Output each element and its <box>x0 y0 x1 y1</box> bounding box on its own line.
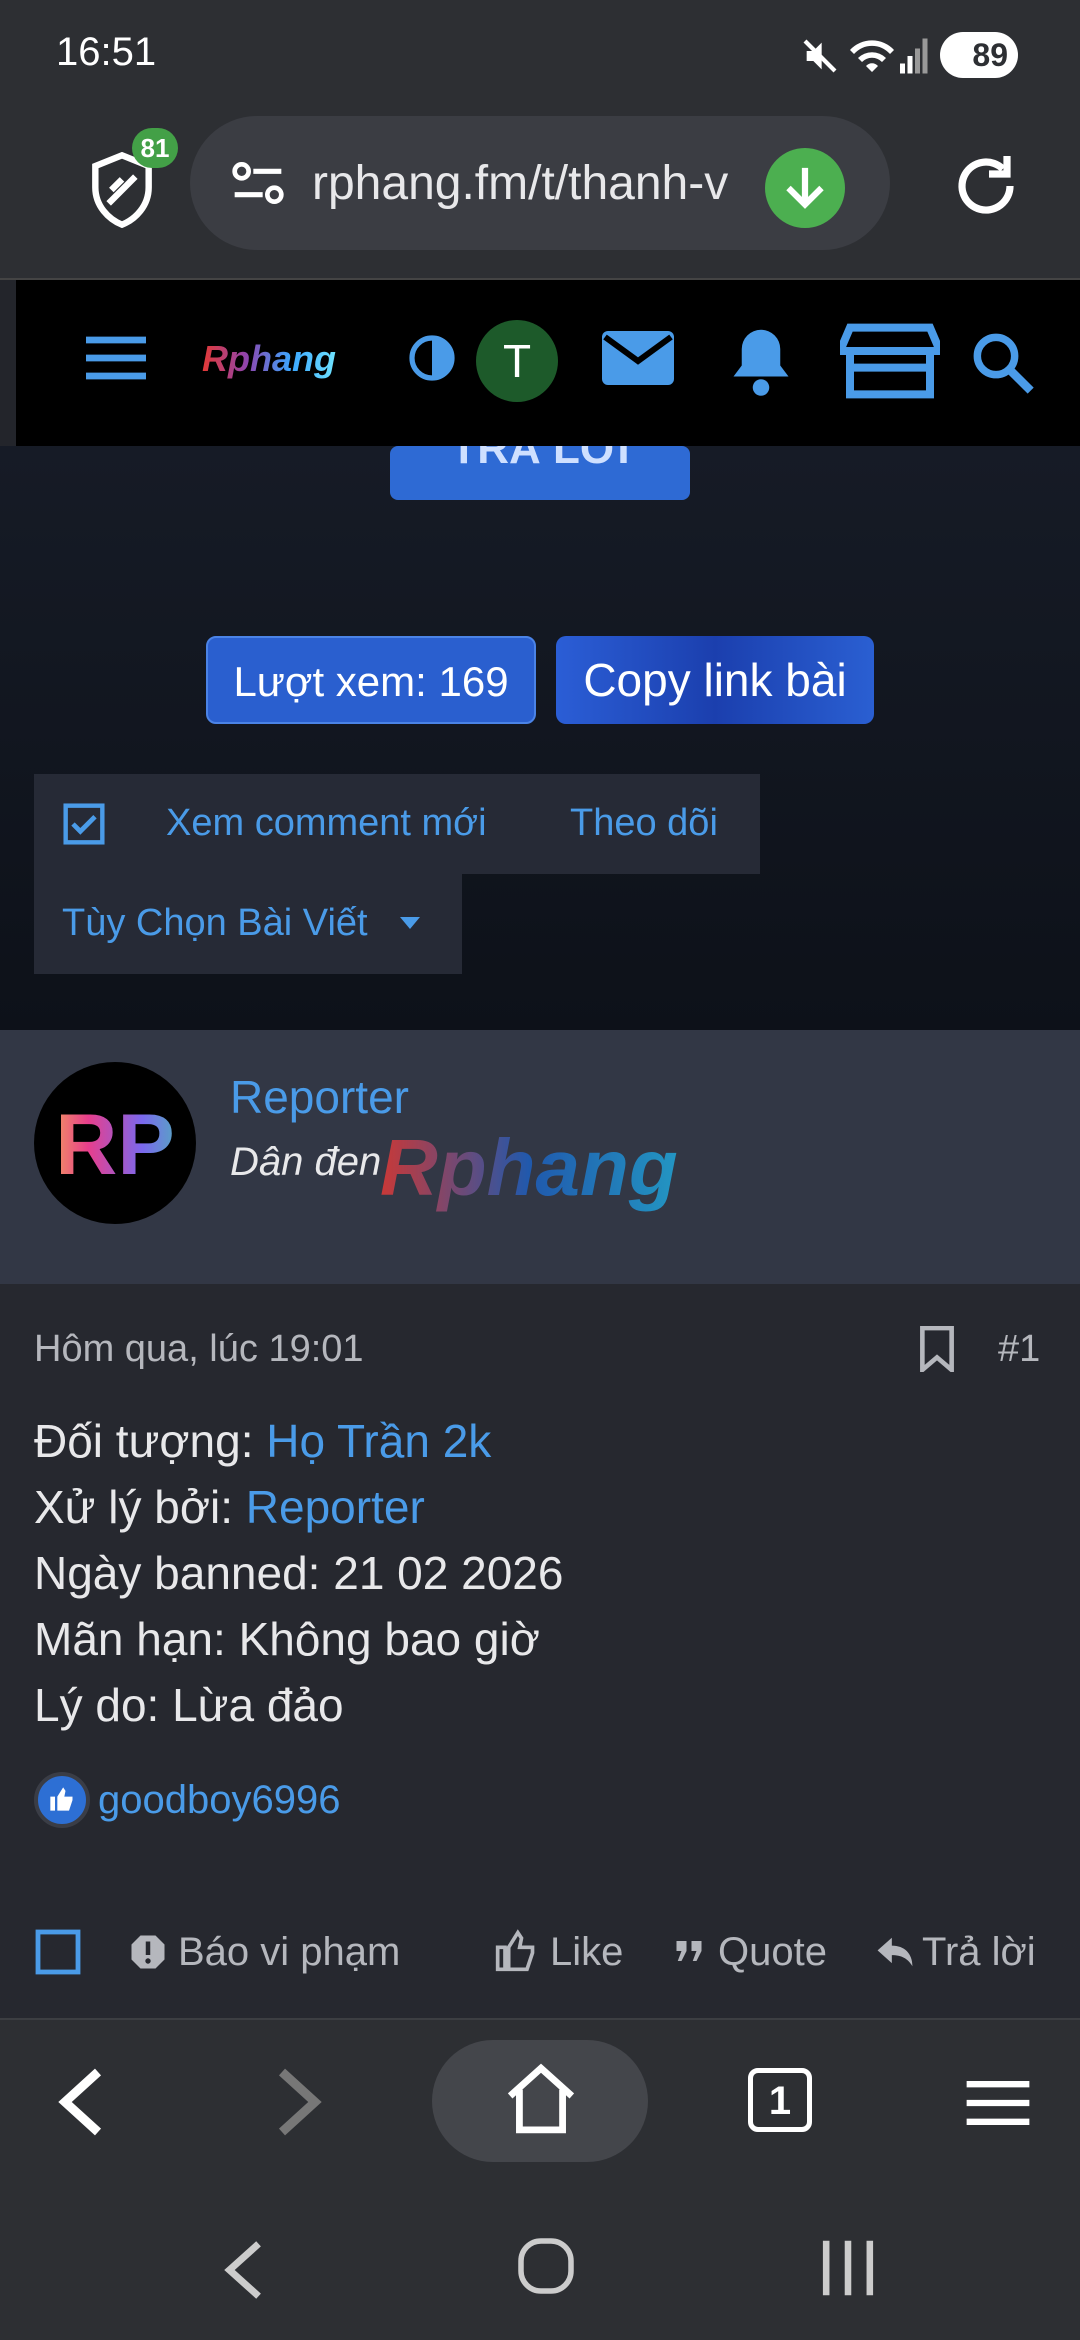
post-line: Lý do: Lừa đảo <box>34 1678 344 1732</box>
post-number[interactable]: #1 <box>998 1328 1040 1371</box>
browser-toolbar: 81 rphang.fm/t/thanh-v <box>0 110 1080 280</box>
post-line: Xử lý bởi: Reporter <box>34 1480 425 1534</box>
menu-icon[interactable] <box>966 2080 1030 2126</box>
arrow-down-icon <box>786 167 824 209</box>
reload-icon[interactable] <box>950 150 1022 222</box>
system-nav-bar <box>0 2198 1080 2340</box>
select-checkbox[interactable] <box>34 1928 82 1976</box>
target-user-link[interactable]: Họ Trần 2k <box>266 1415 491 1467</box>
thumbs-up-icon <box>50 1787 73 1811</box>
post-options-label: Tùy Chọn Bài Viết <box>62 902 368 944</box>
system-back-icon[interactable] <box>222 2238 266 2302</box>
battery-indicator: 89 <box>940 32 1018 78</box>
views-button[interactable]: Lượt xem: 169 <box>206 636 536 724</box>
search-icon[interactable] <box>972 332 1036 396</box>
browser-bottom-nav: 1 <box>0 2018 1080 2200</box>
wifi-icon <box>850 40 894 72</box>
back-icon[interactable] <box>56 2066 104 2138</box>
post-options-dropdown[interactable]: Tùy Chọn Bài Viết <box>34 874 462 974</box>
theme-toggle-icon[interactable] <box>408 334 456 382</box>
status-bar: 16:51 89 <box>0 0 1080 110</box>
shield-badge: 81 <box>132 128 178 168</box>
warning-icon <box>131 1935 165 1969</box>
like-reaction-icon[interactable] <box>34 1772 90 1828</box>
author-avatar[interactable]: RP <box>34 1062 196 1224</box>
line-label: Mãn hạn: <box>34 1613 239 1665</box>
thread-header-area: TRẢ LỜI Lượt xem: 169 Copy link bài Xem … <box>0 446 1080 1030</box>
reply-button[interactable]: TRẢ LỜI <box>390 446 690 500</box>
post-line: Ngày banned: 21 02 2026 <box>34 1546 563 1600</box>
avatar-text: RP <box>34 1096 196 1195</box>
author-title: Dân đen <box>230 1140 382 1184</box>
line-label: Đối tượng: <box>34 1415 267 1467</box>
site-logo[interactable]: Rphang <box>202 338 336 380</box>
site-navbar: Rphang T <box>16 280 1080 446</box>
recent-apps-icon[interactable] <box>820 2238 876 2298</box>
line-label: Lý do: <box>34 1679 173 1731</box>
reply-arrow-icon <box>877 1937 913 1967</box>
tabs-button[interactable]: 1 <box>748 2068 812 2132</box>
reply-post-button[interactable]: Trả lời <box>922 1930 1036 1975</box>
like-button[interactable]: Like <box>550 1930 623 1975</box>
line-label: Ngày banned: <box>34 1547 334 1599</box>
signal-icon <box>900 38 928 74</box>
post-line: Đối tượng: Họ Trần 2k <box>34 1414 491 1468</box>
follow-link[interactable]: Theo dõi <box>570 802 718 845</box>
quote-icon <box>676 1941 702 1961</box>
caret-down-icon <box>400 917 420 929</box>
post-line: Mãn hạn: Không bao giờ <box>34 1612 540 1666</box>
user-avatar[interactable]: T <box>476 320 558 402</box>
copy-link-button[interactable]: Copy link bài <box>556 636 874 724</box>
mail-icon[interactable] <box>602 330 674 386</box>
bell-icon[interactable] <box>728 324 794 396</box>
mute-icon <box>803 39 837 73</box>
download-button[interactable] <box>765 148 845 228</box>
status-time: 16:51 <box>56 30 157 74</box>
author-name[interactable]: Reporter <box>230 1070 409 1124</box>
reply-button-label: TRẢ LỜI <box>450 446 630 473</box>
store-icon[interactable] <box>840 320 940 402</box>
post-timestamp[interactable]: Hôm qua, lúc 19:01 <box>34 1328 364 1371</box>
post-body: Hôm qua, lúc 19:01 #1 Đối tượng: Họ Trần… <box>0 1284 1080 2018</box>
line-value: Lừa đảo <box>172 1679 344 1731</box>
home-button[interactable] <box>432 2040 648 2162</box>
line-label: Xử lý bởi: <box>34 1481 246 1533</box>
home-icon <box>507 2063 575 2134</box>
bookmark-icon[interactable] <box>918 1326 956 1372</box>
system-home-icon[interactable] <box>516 2236 576 2296</box>
line-value: 21 02 2026 <box>333 1547 564 1599</box>
url-text[interactable]: rphang.fm/t/thanh-v <box>312 156 742 211</box>
thread-actions-bar: Xem comment mới Theo dõi <box>34 774 760 874</box>
reaction-user-link[interactable]: goodboy6996 <box>98 1778 340 1823</box>
handler-user-link[interactable]: Reporter <box>246 1481 425 1533</box>
post-author-header: RP Reporter Dân đen Rphang <box>0 1030 1080 1284</box>
checkbox-checked-icon[interactable] <box>62 802 106 846</box>
new-comments-link[interactable]: Xem comment mới <box>166 802 487 845</box>
report-button[interactable]: Báo vi phạm <box>178 1930 400 1975</box>
line-value: Không bao giờ <box>238 1613 540 1665</box>
hamburger-menu-icon[interactable] <box>86 336 146 380</box>
watermark-logo: Rphang <box>380 1123 678 1212</box>
forward-icon[interactable] <box>276 2066 324 2138</box>
like-icon <box>495 1929 535 1972</box>
quote-button[interactable]: Quote <box>718 1930 827 1975</box>
site-settings-icon[interactable] <box>230 158 286 208</box>
url-bar[interactable]: rphang.fm/t/thanh-v <box>190 116 890 250</box>
